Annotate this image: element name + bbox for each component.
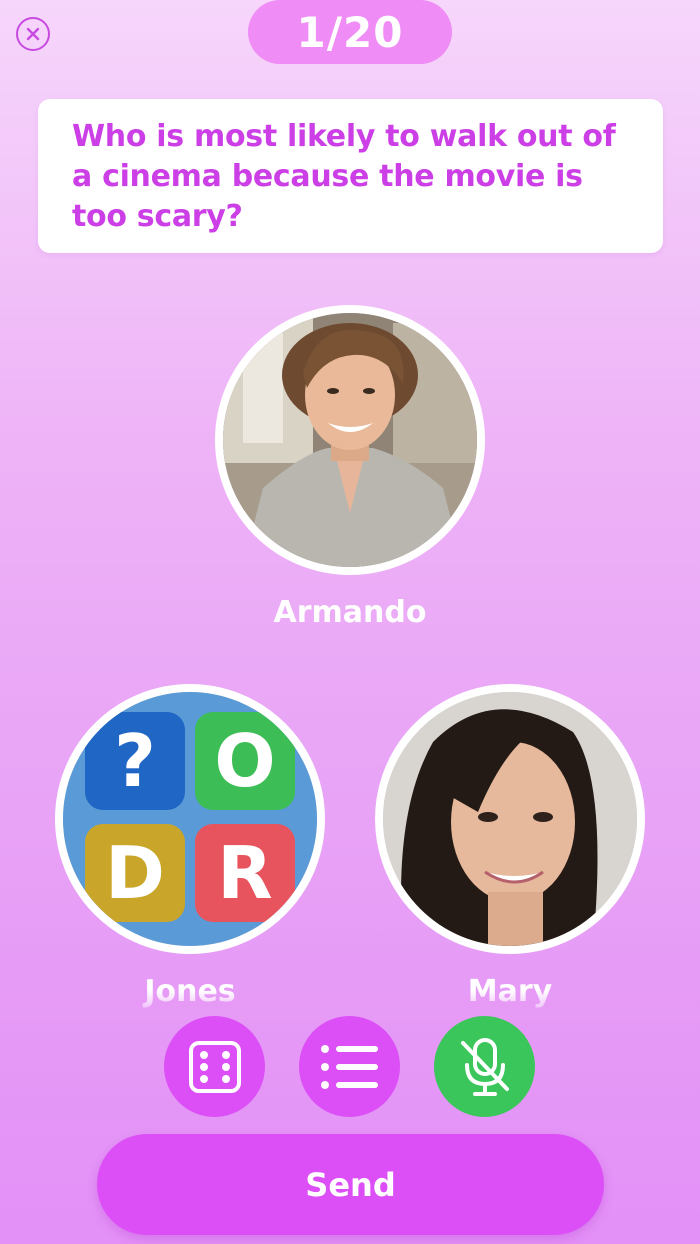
portrait-image (223, 313, 477, 567)
dice-icon (188, 1040, 241, 1093)
mic-off-icon (460, 1037, 509, 1096)
letter-tiles-icon: ? O D R (63, 692, 317, 946)
tile-letter: R (217, 831, 272, 915)
question-card: Who is most likely to walk out of a cine… (38, 99, 663, 253)
question-counter: 1/20 (248, 0, 452, 64)
tile-letter: ? (114, 719, 156, 803)
player-option-armando[interactable]: Armando (215, 305, 485, 631)
player-option-jones[interactable]: ? O D R Jones (55, 684, 325, 1010)
tile-letter: O (214, 719, 275, 803)
send-button[interactable]: Send (97, 1134, 604, 1235)
portrait-image (383, 692, 637, 946)
mic-toggle-button[interactable] (434, 1016, 535, 1117)
list-icon (320, 1044, 378, 1089)
question-text: Who is most likely to walk out of a cine… (72, 119, 616, 234)
close-icon (26, 27, 40, 41)
avatar: ? O D R (55, 684, 325, 954)
player-name: Armando (273, 595, 427, 630)
avatar (375, 684, 645, 954)
player-option-mary[interactable]: Mary (375, 684, 645, 1010)
close-button[interactable] (16, 17, 50, 51)
avatar (215, 305, 485, 575)
list-button[interactable] (299, 1016, 400, 1117)
tile-letter: D (105, 831, 165, 915)
random-button[interactable] (164, 1016, 265, 1117)
